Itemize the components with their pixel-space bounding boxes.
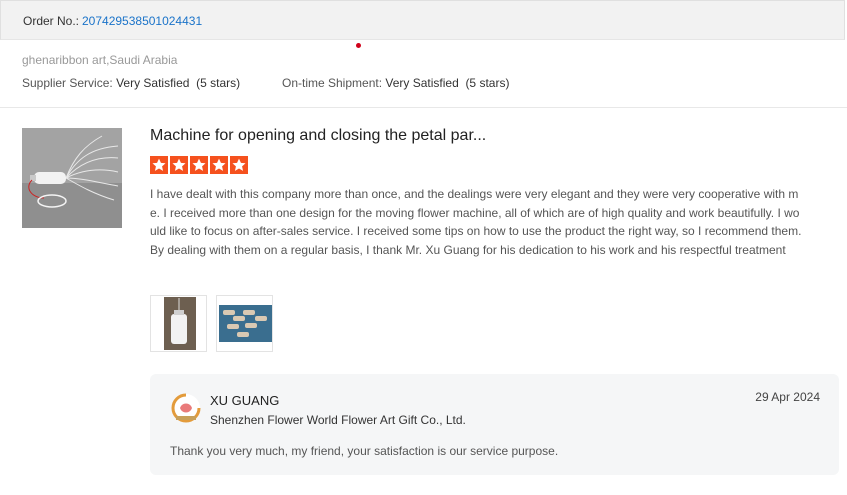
seller-reply: XU GUANG Shenzhen Flower World Flower Ar… xyxy=(150,374,839,475)
star-icon xyxy=(210,156,228,174)
review-text: I have dealt with this company more than… xyxy=(150,187,802,257)
review-photo-graphic xyxy=(217,296,272,351)
shipment-value: Very Satisfied xyxy=(385,76,459,90)
star-icon xyxy=(170,156,188,174)
notification-dot xyxy=(356,43,361,48)
product-image[interactable] xyxy=(22,128,122,228)
flower-logo-icon xyxy=(171,393,201,423)
review-photo-graphic xyxy=(151,296,206,351)
seller-logo xyxy=(170,392,202,424)
supplier-service-label: Supplier Service: xyxy=(22,76,113,90)
product-photo-graphic xyxy=(22,128,122,228)
supplier-service-stars: (5 stars) xyxy=(196,76,241,90)
review-stars xyxy=(150,156,248,174)
reply-text: Thank you very much, my friend, your sat… xyxy=(170,444,559,458)
star-icon xyxy=(230,156,248,174)
reply-date: 29 Apr 2024 xyxy=(755,390,820,404)
seller-company[interactable]: Shenzhen Flower World Flower Art Gift Co… xyxy=(210,413,466,427)
shipment-label: On-time Shipment: xyxy=(282,76,383,90)
shipment-rating: On-time Shipment: Very Satisfied (5 star… xyxy=(282,76,509,90)
order-header: Order No.: 207429538501024431 xyxy=(0,0,845,40)
star-icon xyxy=(190,156,208,174)
star-icon xyxy=(150,156,168,174)
seller-name: XU GUANG xyxy=(210,393,280,408)
shipment-stars: (5 stars) xyxy=(465,76,510,90)
review-photo-thumbnail-1[interactable] xyxy=(150,295,207,352)
section-divider xyxy=(0,107,847,108)
order-number-link[interactable]: 207429538501024431 xyxy=(82,14,202,28)
supplier-service-value: Very Satisfied xyxy=(116,76,190,90)
buyer-name-location: ghenaribbon art,Saudi Arabia xyxy=(22,53,178,67)
order-label: Order No.: xyxy=(23,14,80,28)
review-photo-thumbnail-2[interactable] xyxy=(216,295,273,352)
product-title[interactable]: Machine for opening and closing the peta… xyxy=(150,127,486,145)
ratings-row: Supplier Service: Very Satisfied (5 star… xyxy=(22,76,509,90)
